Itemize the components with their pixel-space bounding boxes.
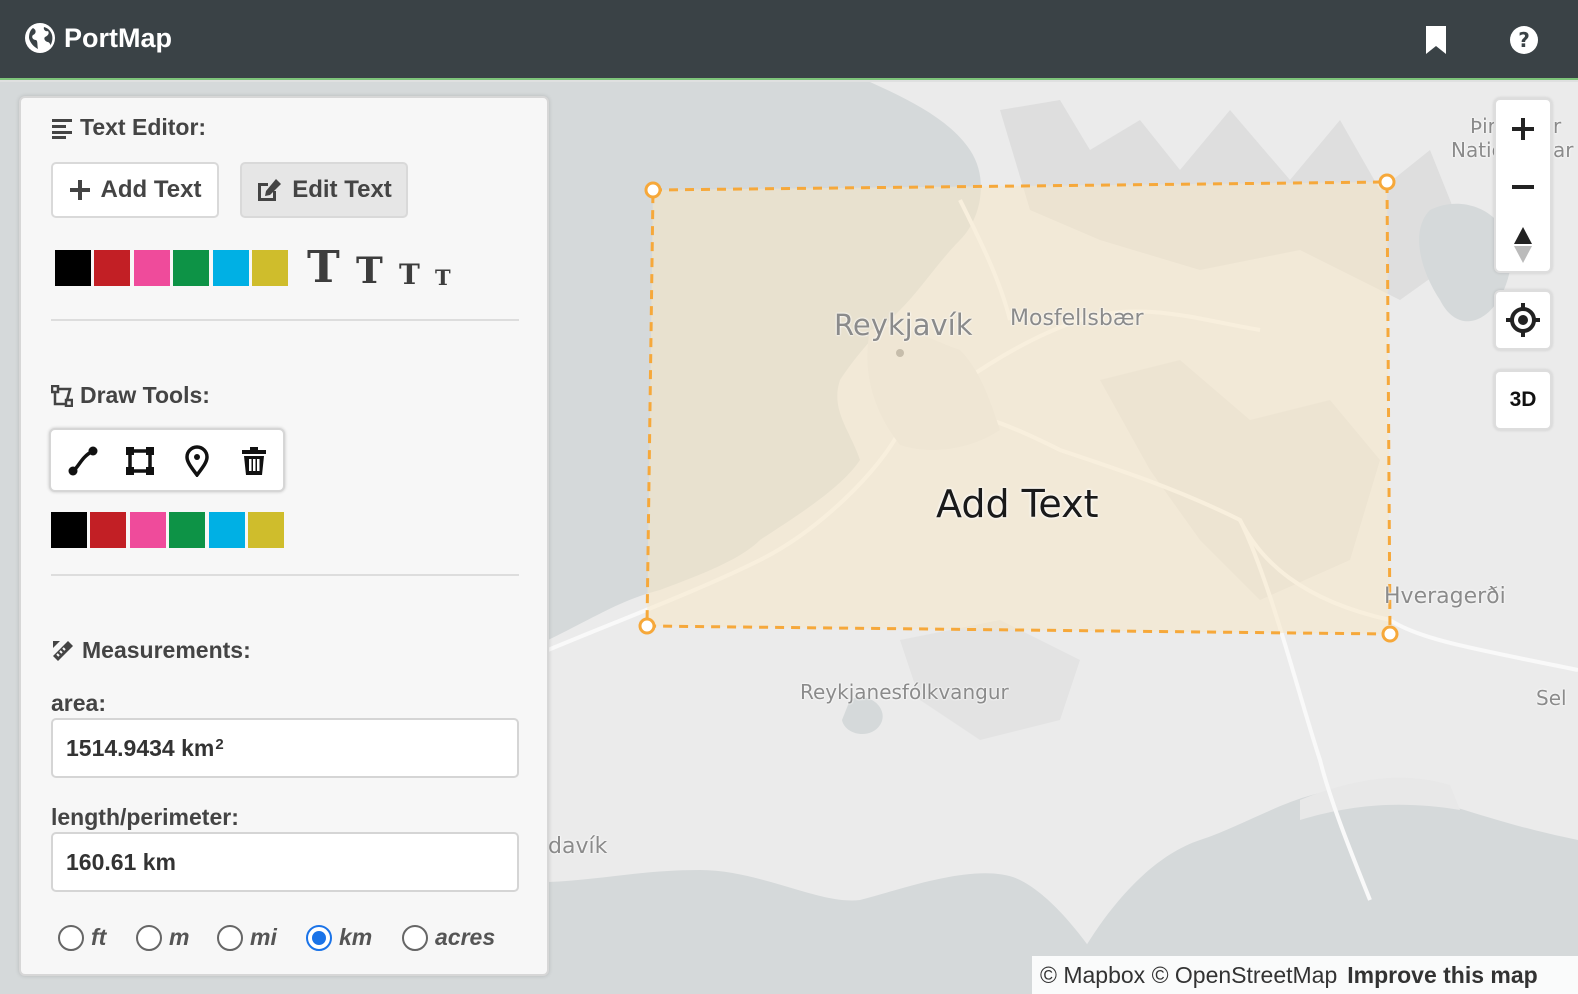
place-label-reykjanesfolkvangur: Reykjanesfólkvangur bbox=[800, 680, 1009, 704]
area-field[interactable]: 1514.9434 km 2 bbox=[51, 718, 519, 778]
draw-color-pink[interactable] bbox=[130, 512, 166, 548]
unit-radio-m[interactable] bbox=[136, 924, 162, 951]
text-color-green[interactable] bbox=[173, 250, 209, 286]
compass-icon bbox=[1514, 227, 1532, 263]
improve-map-link[interactable]: Improve this map bbox=[1347, 962, 1537, 989]
text-size-xl[interactable]: T bbox=[307, 242, 340, 293]
plus-icon bbox=[69, 180, 90, 200]
text-color-red[interactable] bbox=[94, 250, 130, 286]
text-color-cyan[interactable] bbox=[213, 250, 249, 286]
unit-radio-ft[interactable] bbox=[58, 924, 84, 951]
3d-button[interactable]: 3D bbox=[1496, 372, 1550, 428]
draw-color-green[interactable] bbox=[169, 512, 205, 548]
unit-option-km[interactable]: km bbox=[306, 924, 372, 951]
zoom-out-button[interactable] bbox=[1496, 158, 1550, 216]
text-color-yellow[interactable] bbox=[252, 250, 288, 286]
3d-control: 3D bbox=[1494, 370, 1552, 430]
place-label-reykjavik: Reykjavík bbox=[834, 308, 973, 342]
ruler-pencil-icon bbox=[53, 640, 73, 661]
osm-attribution[interactable]: © OpenStreetMap bbox=[1152, 962, 1338, 989]
trash-icon[interactable] bbox=[238, 445, 270, 477]
place-label-sel: Sel bbox=[1536, 686, 1567, 710]
polygon-tool-icon[interactable] bbox=[124, 445, 156, 477]
brand[interactable]: PortMap bbox=[24, 22, 172, 54]
area-unit-exponent: 2 bbox=[215, 735, 224, 753]
draw-color-red[interactable] bbox=[90, 512, 126, 548]
measurements-heading: Measurements: bbox=[51, 637, 251, 664]
text-size-lg[interactable]: T bbox=[356, 250, 383, 292]
place-label-thingvellir-2b: ar bbox=[1553, 138, 1574, 162]
draw-color-cyan[interactable] bbox=[209, 512, 245, 548]
align-left-icon bbox=[52, 118, 72, 139]
top-bar: PortMap ? bbox=[0, 0, 1578, 80]
unit-label-acres: acres bbox=[435, 924, 496, 950]
measurements-title: Measurements: bbox=[82, 637, 251, 663]
area-label: area: bbox=[51, 690, 106, 716]
unit-option-ft[interactable]: ft bbox=[58, 924, 106, 951]
place-label-thingvellir-1b: r bbox=[1553, 114, 1562, 138]
edit-text-label: Edit Text bbox=[292, 176, 392, 203]
draw-polygon-icon bbox=[51, 384, 73, 407]
text-color-pink[interactable] bbox=[134, 250, 170, 286]
divider bbox=[51, 574, 519, 576]
place-label-davik: davík bbox=[548, 834, 608, 859]
text-size-sm[interactable]: T bbox=[435, 265, 451, 290]
length-value: 160.61 km bbox=[66, 848, 176, 875]
globe-icon bbox=[25, 23, 55, 53]
unit-radio-km[interactable] bbox=[306, 924, 332, 951]
unit-label-km: km bbox=[339, 924, 373, 950]
unit-radio-mi[interactable] bbox=[217, 924, 243, 951]
unit-label-mi: mi bbox=[250, 924, 277, 950]
add-text-label: Add Text bbox=[100, 176, 202, 203]
mapbox-attribution[interactable]: © Mapbox bbox=[1040, 962, 1145, 989]
unit-option-mi[interactable]: mi bbox=[217, 924, 277, 951]
place-label-hveragerdi: Hveragerði bbox=[1384, 584, 1506, 609]
draw-tools-title: Draw Tools: bbox=[80, 382, 210, 408]
marker-tool-icon[interactable] bbox=[181, 445, 213, 477]
unit-label-ft: ft bbox=[91, 924, 107, 950]
draw-color-yellow[interactable] bbox=[248, 512, 284, 548]
draw-color-black[interactable] bbox=[51, 512, 87, 548]
app-title: PortMap bbox=[64, 22, 172, 53]
geolocate-control bbox=[1494, 290, 1552, 350]
place-label-mosfellsbaer: Mosfellsbær bbox=[1010, 306, 1144, 331]
unit-option-acres[interactable]: acres bbox=[402, 924, 495, 951]
svg-text:?: ? bbox=[1518, 28, 1530, 52]
area-value: 1514.9434 km bbox=[66, 734, 215, 761]
navigation-control bbox=[1494, 98, 1552, 273]
length-label: length/perimeter: bbox=[51, 804, 239, 830]
text-editor-title: Text Editor: bbox=[80, 114, 207, 140]
text-size-md[interactable]: T bbox=[399, 258, 420, 291]
help-icon[interactable]: ? bbox=[1508, 24, 1540, 56]
geolocate-button[interactable] bbox=[1496, 292, 1550, 348]
unit-option-m[interactable]: m bbox=[136, 924, 189, 951]
unit-radio-acres[interactable] bbox=[402, 924, 428, 951]
tools-panel: Text Editor: Add Text Edit Text T T T T … bbox=[19, 96, 549, 976]
edit-text-button[interactable]: Edit Text bbox=[240, 162, 408, 218]
plus-icon bbox=[1512, 118, 1534, 140]
place-label-thingvellir-1: Þir bbox=[1470, 114, 1496, 138]
edit-icon bbox=[258, 179, 282, 201]
draw-toolbox bbox=[49, 428, 285, 492]
minus-icon bbox=[1512, 185, 1534, 189]
text-color-black[interactable] bbox=[55, 250, 91, 286]
compass-button[interactable] bbox=[1496, 216, 1550, 274]
add-text-button[interactable]: Add Text bbox=[51, 162, 219, 218]
bookmark-icon[interactable] bbox=[1420, 24, 1452, 56]
length-field[interactable]: 160.61 km bbox=[51, 832, 519, 892]
map-attribution: © Mapbox © OpenStreetMap Improve this ma… bbox=[1032, 956, 1578, 994]
line-tool-icon[interactable] bbox=[67, 445, 99, 477]
text-editor-heading: Text Editor: bbox=[51, 114, 206, 141]
zoom-in-button[interactable] bbox=[1496, 100, 1550, 158]
draw-tools-heading: Draw Tools: bbox=[51, 382, 210, 409]
map-annotation-text[interactable]: Add Text bbox=[936, 482, 1099, 526]
crosshair-icon bbox=[1506, 303, 1540, 337]
divider bbox=[51, 319, 519, 321]
unit-label-m: m bbox=[169, 924, 190, 950]
